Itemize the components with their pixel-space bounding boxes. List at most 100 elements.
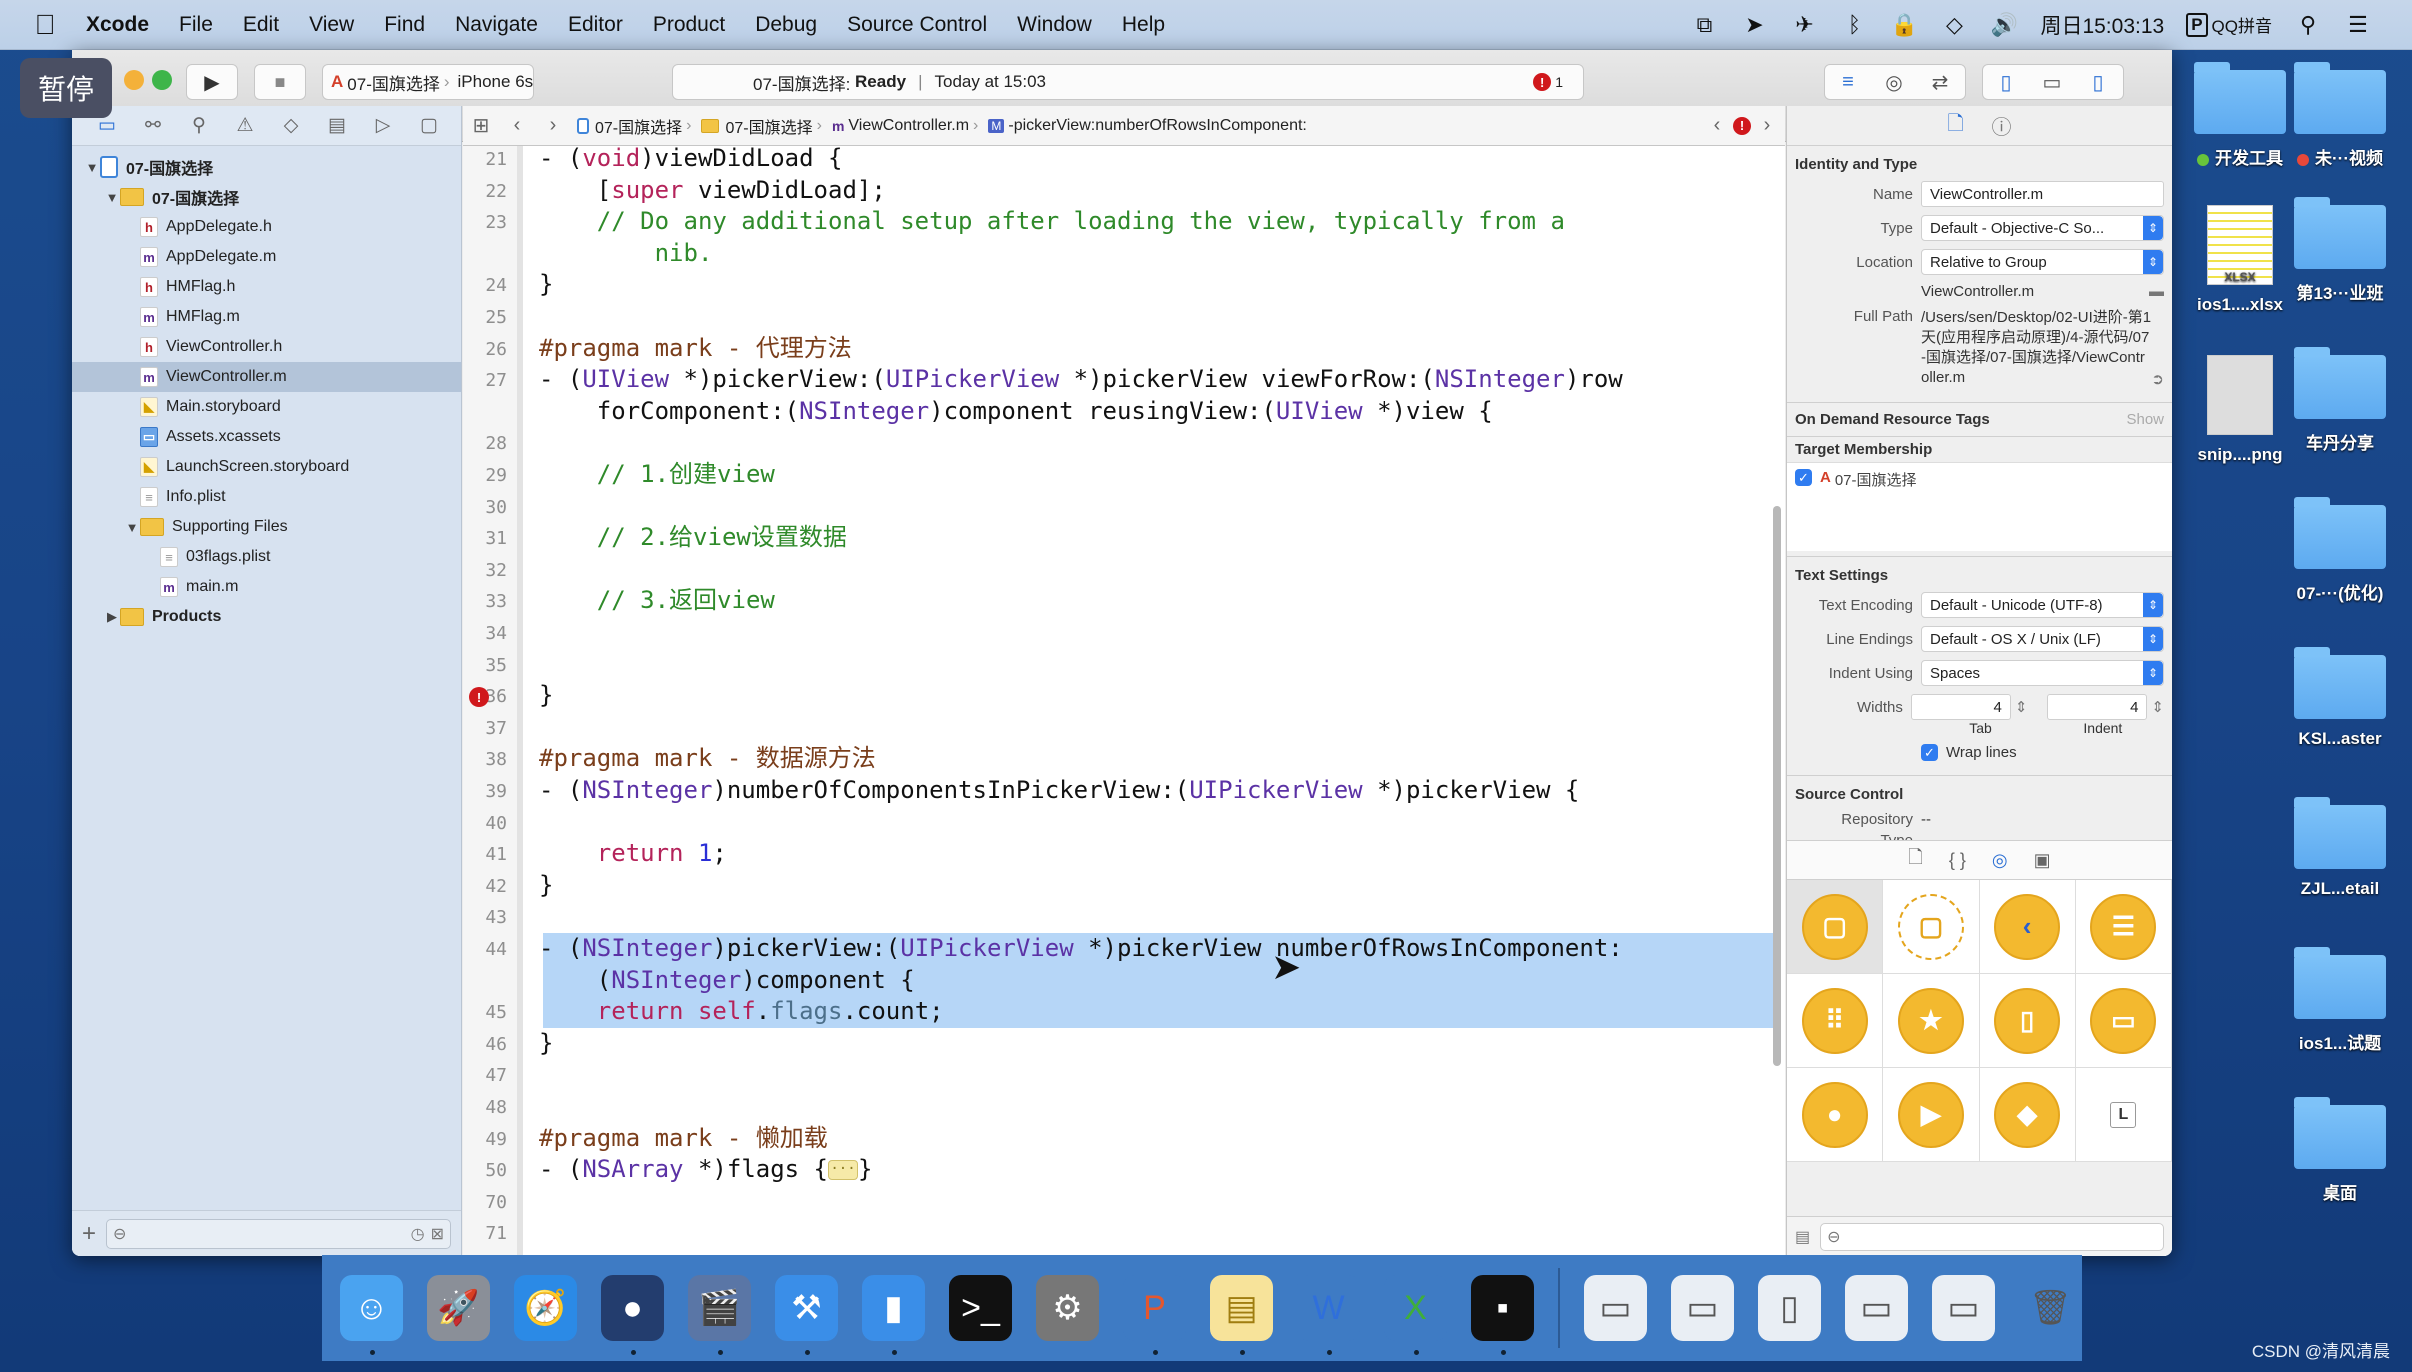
menu-edit[interactable]: Edit (243, 13, 279, 37)
file-tree-item[interactable]: ▼ Supporting Files (72, 512, 461, 542)
code-line[interactable]: // Do any additional setup after loading… (539, 206, 1565, 237)
library-item-navigation-controller[interactable]: ‹ (1979, 880, 2076, 974)
volume-icon[interactable]: 🔊 (1990, 12, 2018, 38)
input-method[interactable]: P QQ拼音 (2186, 12, 2272, 37)
spotlight-search-icon[interactable]: ⚲ (2294, 12, 2322, 38)
reveal-in-finder-icon[interactable]: ➲ (2151, 370, 2164, 388)
add-file-button[interactable]: + (82, 1220, 96, 1248)
file-tree-item[interactable]: ◣ Main.storyboard (72, 392, 461, 422)
menu-debug[interactable]: Debug (755, 13, 817, 37)
file-tree-item[interactable]: h ViewController.h (72, 332, 461, 362)
line-number[interactable]: 28 (485, 433, 507, 454)
quick-help-tab-icon[interactable]: ⓘ (1992, 111, 2012, 140)
line-number[interactable]: 40 (485, 813, 507, 834)
dock-launchpad[interactable]: 🚀 (427, 1275, 490, 1341)
line-number[interactable]: 45 (485, 1002, 507, 1023)
scheme-device[interactable]: iPhone 6s Plus (458, 72, 533, 92)
menu-window[interactable]: Window (1017, 13, 1092, 37)
file-tree-item[interactable]: m main.m (72, 572, 461, 602)
line-number[interactable]: 21 (485, 149, 507, 170)
related-items-icon[interactable]: ⊞ (463, 113, 499, 138)
symbol-navigator-tab-icon[interactable]: ⚯ (130, 114, 176, 137)
desktop-item[interactable]: 桌面 (2280, 1097, 2400, 1204)
menu-find[interactable]: Find (384, 13, 425, 37)
dock-notes-document[interactable]: ▯ (1757, 1275, 1821, 1341)
line-number[interactable]: 43 (485, 907, 507, 928)
menu-source-control[interactable]: Source Control (847, 13, 987, 37)
line-number[interactable]: 39 (485, 781, 507, 802)
file-tree-item[interactable]: m HMFlag.m (72, 302, 461, 332)
run-button[interactable]: ▶ (186, 64, 238, 100)
apple-menu-icon[interactable]:  (30, 9, 60, 41)
choose-file-folder-icon[interactable]: ▬ (2149, 283, 2164, 300)
desktop-item[interactable]: ZJL...etail (2280, 797, 2400, 899)
file-tree-item[interactable]: m ViewController.m (72, 362, 461, 392)
file-tree-item[interactable]: ▶ Products (72, 602, 461, 632)
previous-issue-button[interactable]: ‹ (1707, 114, 1727, 137)
line-number[interactable]: 71 (485, 1223, 507, 1244)
code-line[interactable]: - (NSInteger)pickerView:(UIPickerView *)… (539, 933, 1623, 964)
toggle-navigator-icon[interactable]: ▯ (1983, 70, 2029, 95)
object-library-icon[interactable]: ◎ (1992, 850, 2008, 871)
issue-navigator-tab-icon[interactable]: ⚠ (222, 114, 268, 137)
code-line[interactable]: #pragma mark - 数据源方法 (539, 743, 876, 774)
line-number[interactable]: 33 (485, 591, 507, 612)
menu-help[interactable]: Help (1122, 13, 1165, 37)
code-line[interactable]: // 3.返回view (539, 585, 775, 616)
line-number[interactable]: 49 (485, 1129, 507, 1150)
recent-files-icon[interactable]: ◷ (411, 1224, 425, 1244)
line-number[interactable]: 70 (485, 1192, 507, 1213)
dock-terminal[interactable]: >_ (949, 1275, 1012, 1341)
indent-width-field[interactable]: 4 (2047, 694, 2148, 720)
code-line[interactable]: return self.flags.count; (539, 996, 944, 1027)
library-item-storyboard-reference[interactable]: ▢ (1883, 880, 1980, 974)
pause-overlay-button[interactable]: 暂停 (20, 58, 112, 118)
issue-icon[interactable]: ! (1733, 116, 1751, 135)
line-number[interactable]: 31 (485, 528, 507, 549)
navigator-filter-input[interactable]: ⊖ ◷ ⊠ (106, 1218, 451, 1249)
toggle-utilities-icon[interactable]: ▯ (2075, 70, 2121, 95)
indent-width-stepper[interactable]: ⇕ (2151, 698, 2164, 716)
code-line[interactable]: (NSInteger)component { (539, 965, 915, 996)
notification-center-icon[interactable]: ☰ (2344, 12, 2372, 38)
dock-powerpoint[interactable]: P (1123, 1275, 1186, 1355)
line-number[interactable]: 34 (485, 623, 507, 644)
lock-icon[interactable]: 🔒 (1890, 12, 1918, 38)
file-tree-item[interactable]: ▼ 07-国旗选择 (72, 152, 461, 182)
library-filter-input[interactable]: ⊖ (1820, 1222, 2164, 1251)
dock-system-preferences[interactable]: ⚙ (1036, 1275, 1099, 1341)
desktop-item[interactable]: 未···视频 (2280, 62, 2400, 169)
menu-editor[interactable]: Editor (568, 13, 623, 37)
code-line[interactable]: } (539, 680, 553, 711)
dock-safari[interactable]: 🧭 (514, 1275, 577, 1341)
code-line[interactable]: // 2.给view设置数据 (539, 522, 847, 553)
file-template-library-icon[interactable]: 🗋 (1908, 845, 1922, 875)
breadcrumb-project[interactable]: 07-国旗选择 (577, 114, 682, 138)
stop-button[interactable]: ■ (254, 64, 306, 100)
show-odr-button[interactable]: Show (2126, 411, 2164, 428)
desktop-item[interactable]: 第13···业班 (2280, 197, 2400, 304)
dock-xcode-document[interactable]: ▭ (1844, 1275, 1908, 1341)
line-number[interactable]: 30 (485, 497, 507, 518)
code-line[interactable]: #pragma mark - 懒加载 (539, 1123, 828, 1154)
breakpoint-navigator-tab-icon[interactable]: ▷ (360, 114, 406, 137)
code-line[interactable]: return 1; (539, 838, 727, 869)
code-line[interactable]: // 1.创建view (539, 459, 775, 490)
dock-word[interactable]: W (1297, 1275, 1360, 1355)
line-number[interactable]: 29 (485, 465, 507, 486)
target-checkbox[interactable]: ✓ (1795, 469, 1812, 486)
dock-ppt-document-1[interactable]: ▭ (1583, 1275, 1647, 1341)
line-number[interactable]: 50 (485, 1160, 507, 1181)
file-tree-item[interactable]: ▼ 07-国旗选择 (72, 182, 461, 212)
desktop-item[interactable]: ios1...试题 (2280, 947, 2400, 1054)
menu-navigate[interactable]: Navigate (455, 13, 538, 37)
line-number-gutter[interactable]: 21 22 23 24 25 26 27 28 29 30 31 32 33 34 35 36! 37 38 39 4… (463, 146, 523, 1256)
library-item-glkit-view-controller[interactable]: ● (1787, 1068, 1884, 1162)
dock-excel[interactable]: X (1384, 1275, 1447, 1355)
code-line[interactable]: } (539, 1028, 553, 1059)
forward-button[interactable]: › (535, 114, 571, 137)
library-item-tab-bar-controller[interactable]: ★ (1883, 974, 1980, 1068)
grid-list-toggle-icon[interactable]: ▤ (1795, 1227, 1810, 1247)
line-number[interactable]: 26 (485, 339, 507, 360)
code-line[interactable]: } (539, 269, 553, 300)
